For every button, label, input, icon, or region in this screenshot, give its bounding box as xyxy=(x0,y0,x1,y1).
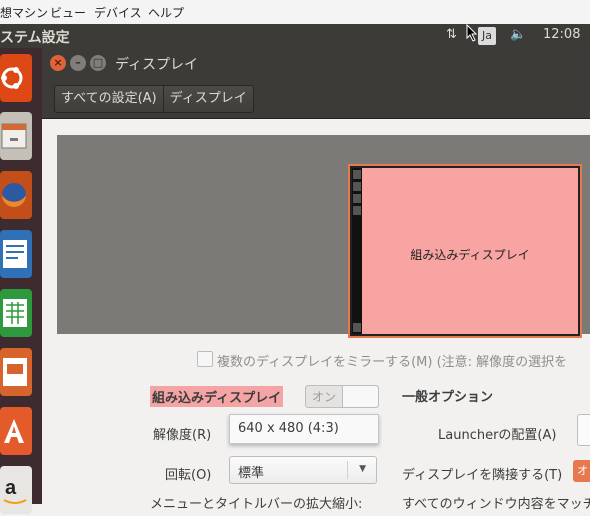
resolution-label: 解像度(R) xyxy=(153,428,212,443)
firefox-icon[interactable] xyxy=(0,169,34,221)
monitor-label: 組み込みディスプレイ xyxy=(410,248,530,262)
mirror-label[interactable]: 複数のディスプレイをミラーする(M) (注意: 解像度の選択を xyxy=(217,351,567,370)
maximize-button[interactable]: □ xyxy=(90,55,106,71)
menu-help[interactable]: ヘルプ xyxy=(148,4,184,21)
calc-icon[interactable] xyxy=(0,287,34,339)
display-settings-content: 組み込みディスプレイ 複数のディスプレイをミラーする(M) (注意: 解像度の選… xyxy=(42,119,590,512)
menu-view[interactable]: ビュー xyxy=(50,4,86,21)
general-options-title: 一般オプション xyxy=(402,390,494,405)
host-menubar: 想マシン ビュー デバイス ヘルプ xyxy=(0,0,590,25)
launcher-preview-item xyxy=(353,194,361,203)
software-center-icon[interactable] xyxy=(0,405,34,457)
clock[interactable]: 12:08 xyxy=(543,27,580,42)
window-title: ディスプレイ xyxy=(115,57,199,73)
display-arrangement-area: 組み込みディスプレイ xyxy=(57,135,590,338)
switch-on-label: オン xyxy=(312,390,337,404)
launcher-placement-label: Launcherの配置(A) xyxy=(438,428,557,443)
breadcrumb-display[interactable]: ディスプレイ xyxy=(162,86,253,112)
launcher: a xyxy=(0,48,42,514)
top-panel: ステム設定 ⇅ Ja 🔈 12:08 xyxy=(0,24,590,48)
all-settings-button[interactable]: すべての設定(A) xyxy=(55,86,163,112)
network-icon[interactable]: ⇅ xyxy=(446,27,457,42)
combo-separator xyxy=(347,461,348,479)
launcher-preview-item xyxy=(353,182,361,191)
amazon-icon[interactable]: a xyxy=(0,464,34,516)
svg-text:a: a xyxy=(5,477,17,499)
selected-display-name: 組み込みディスプレイ xyxy=(150,386,284,407)
monitor-frame: 組み込みディスプレイ xyxy=(350,166,580,336)
keyboard-layout-indicator[interactable]: Ja xyxy=(478,27,496,45)
window-titlebar: × – □ ディスプレイ xyxy=(42,48,590,78)
ubuntu-icon[interactable] xyxy=(0,52,34,104)
display-on-switch[interactable]: オン xyxy=(305,385,379,408)
chevron-down-icon: ▼ xyxy=(359,464,366,474)
switch-knob[interactable] xyxy=(342,386,378,407)
mirror-checkbox[interactable] xyxy=(197,351,213,367)
menu-machine[interactable]: 想マシン xyxy=(0,4,48,21)
launcher-preview xyxy=(352,168,362,334)
rotation-label: 回転(O) xyxy=(165,468,212,483)
launcher-preview-item xyxy=(353,206,361,215)
impress-icon[interactable] xyxy=(0,346,34,398)
monitor-preview[interactable]: 組み込みディスプレイ xyxy=(348,164,582,338)
volume-icon[interactable]: 🔈 xyxy=(510,27,526,42)
panel-app-title: ステム設定 xyxy=(0,30,70,46)
writer-icon[interactable] xyxy=(0,228,34,280)
launcher-preview-item xyxy=(353,170,361,179)
launcher-placement-dropdown[interactable] xyxy=(577,414,590,446)
resolution-dropdown[interactable]: 640 x 480 (4:3) xyxy=(229,414,379,444)
minimize-button[interactable]: – xyxy=(70,55,86,71)
resolution-value[interactable]: 640 x 480 (4:3) xyxy=(238,421,339,436)
sticky-edges-switch[interactable]: オ xyxy=(573,460,590,482)
rotation-value: 標準 xyxy=(238,466,265,481)
scale-label: メニューとタイトルバーの拡大縮小: xyxy=(150,497,363,512)
launcher-preview-item xyxy=(353,323,361,332)
scale-all-label: すべてのウィンドウ内容をマッチ xyxy=(402,497,590,512)
rotation-combobox[interactable]: 標準 ▼ xyxy=(229,456,377,484)
toolbar: すべての設定(A) ディスプレイ xyxy=(42,78,590,119)
file-manager-icon[interactable] xyxy=(0,110,34,162)
mouse-pointer-icon xyxy=(466,24,478,42)
menu-devices[interactable]: デバイス xyxy=(94,4,142,21)
close-button[interactable]: × xyxy=(50,55,66,71)
breadcrumb: すべての設定(A) ディスプレイ xyxy=(54,85,254,113)
sticky-edges-label: ディスプレイを隣接する(T) xyxy=(402,468,563,483)
